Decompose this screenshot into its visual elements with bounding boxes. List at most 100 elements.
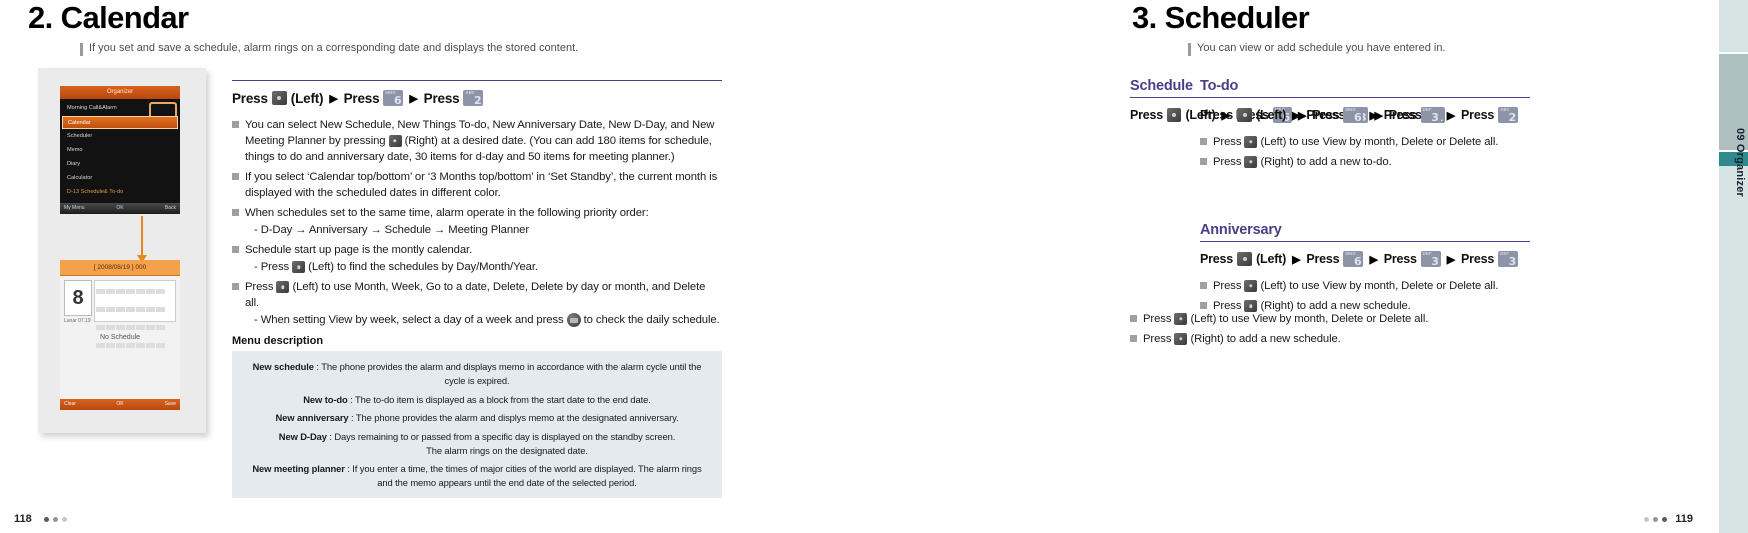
keypad-key-6-icon[interactable]: MNO 6 [1343,107,1364,124]
keypad-key-3-icon[interactable]: DEF 3 [1420,107,1441,123]
softkey-right: Back [164,205,176,211]
desc-text: The to-do item is displayed as a block f… [354,393,651,405]
bullet-item: When schedules set to the same time, ala… [232,205,722,221]
bullet-item: Press (Left) to use Month, Week, Go to a… [232,279,722,311]
page-number-right: 119 [1675,513,1693,525]
page-title-right: 3. Scheduler [1132,2,1310,33]
subline-text-2: to check the daily schedule. [583,314,720,327]
subline-text: - When setting View by week, select a da… [254,314,564,327]
bullet-item: Press (Right) to add a new to-do. [1200,154,1530,170]
keypad-key-2-icon[interactable]: ABC 2 [1498,107,1519,124]
bullet-text-3: (Right) at a desired date. (You can add … [404,135,712,148]
navigation-key-right-icon[interactable] [1244,156,1258,169]
desc-row: New to-do : The to-do item is displayed … [248,393,706,407]
navigation-key-right-icon[interactable] [1174,333,1188,346]
anniversary-bullet-list: Press (Left) to use View by month, Delet… [1200,278,1530,314]
navigation-key-left-icon[interactable] [1244,136,1258,149]
page-title: 2. Calendar [28,2,189,33]
key-digit: 6 [393,94,402,107]
bullet-item: Press (Left) to use View by month, Delet… [1200,278,1530,294]
folio-dots-right [1640,513,1668,525]
keypad-key-3-icon-2[interactable]: DEF 3 [1498,251,1519,269]
key-digit-3: 3 [1508,255,1517,269]
menu-item-2: Scheduler [67,133,93,139]
menu-item-6: D-13 Schedule& To-do [67,189,124,195]
bullet-text-2: (Right) to add a new schedule. [1260,300,1411,313]
lunar-date-label: Lunar 07.19 [64,318,91,324]
path-arrow-icon-3: ▶ [1446,109,1456,122]
anniversary-block: Anniversary Press (Left) ▶ Press MNO 6 ▶… [1200,222,1530,314]
key-digit-2: 2 [474,94,482,107]
desc-text-2: The alarm rings on the designated date. [426,444,588,456]
keypad-key-6-icon[interactable]: MNO 6 [383,90,404,107]
calendar-bullet-list: You can select New Schedule, New Things … [232,117,722,328]
press-label-4: Press [1461,252,1495,267]
flow-arrow-down-icon [137,216,147,263]
navigation-key-icon[interactable] [1167,108,1182,122]
bullet-text-2: (Left) to use View by month, Delete or D… [1260,280,1499,293]
bullet-text-4: things to do and anniversary date, 30 it… [245,151,675,164]
no-schedule-label: No Schedule [99,334,141,341]
bullet-text: Press [1213,136,1242,148]
bullet-subline: - When setting View by week, select a da… [232,312,722,328]
press-label-2: Press [1306,252,1340,267]
ok-key-icon[interactable] [566,313,581,328]
bullet-text: When schedules set to the same time, ala… [245,207,649,220]
screen-softkey-bar: My Menu OK Back [60,203,180,214]
bullet-text-2: (Right) to add a new to-do. [1260,156,1392,169]
path-arrow-icon-2: ▶ [409,92,418,105]
bullet-subline: - D-Day → Anniversary → Schedule → Meeti… [254,224,530,237]
navigation-key-icon[interactable] [1237,252,1253,267]
desc-row: New D-Day : Days remaining to or passed … [248,430,706,457]
menu-item-0: Morning Call&Alarm [67,105,117,111]
press-label-3: Press [1383,108,1417,122]
path-arrow-icon: ▶ [1292,253,1301,266]
path-arrow-icon-2: ▶ [1369,109,1378,122]
press-label-2: Press [343,90,380,106]
date-softkey-left: Clear [64,401,76,407]
bullet-text-2: (Left) to use View by month, Delete or D… [1260,136,1499,148]
bullet-subline: - Press (Left) to find the schedules by … [232,259,722,275]
date-softkey-bar: Clear OK Save [60,399,180,410]
navigation-key-left-icon-2[interactable] [276,281,290,294]
folio-dots [40,513,67,525]
softkey-center: OK [116,205,124,211]
phone-screen-date-detail: [ 2008/08/19 ] 000 8 Lunar 07.19 No Sche… [60,260,180,410]
bullet-text: Press [1213,300,1242,313]
navigation-key-left-icon[interactable] [292,261,306,274]
key-digit: 6 [1353,111,1362,124]
calendar-rule [232,80,722,81]
navigation-key-left-icon[interactable] [1174,313,1188,326]
keypad-key-6-icon[interactable]: MNO 6 [1343,251,1364,268]
bullet-text: Press [1143,333,1172,346]
desc-text-2: cycle is expired. [444,375,510,386]
screen-title-bar: Organizer [60,86,180,99]
bullet-text: Schedule start up page is the montly cal… [245,244,473,257]
bullet-item: Press (Right) to add a new schedule. [1130,331,1445,347]
navigation-key-icon[interactable] [271,91,287,105]
press-label-3: Press [423,90,460,106]
navigation-key-left-icon[interactable] [1244,280,1258,293]
desc-sep: : [348,412,356,424]
desc-row: New anniversary : The phone provides the… [248,411,706,425]
calendar-body-column: Press (Left) ▶ Press MNO 6 ▶ Press ABC 2… [232,80,722,499]
key-digit-3: 2 [1508,111,1517,124]
navigation-key-icon[interactable] [1237,108,1253,122]
left-label-1: (Left) [290,90,324,106]
right-page: 3. Scheduler You can view or add schedul… [874,0,1748,533]
press-label-3: Press [1383,252,1417,267]
desc-sep: : [347,393,355,405]
keypad-key-2-icon[interactable]: ABC 2 [463,90,484,107]
desc-text: If you enter a time, the times of major … [352,463,702,475]
desc-term: New meeting planner [252,463,345,475]
navigation-key-right-icon[interactable] [388,135,402,148]
anniversary-rule [1200,241,1530,243]
press-label-1: Press [232,90,268,106]
menu-item-5: Calculator [67,175,93,181]
todo-rule [1200,97,1530,98]
keypad-key-3-icon[interactable]: DEF 3 [1420,251,1441,268]
desc-term: New D-Day [278,430,327,442]
bullet-text-2: (Left) to use Month, Week, Go to a date,… [245,281,706,310]
bullet-item: Schedule start up page is the montly cal… [232,242,722,258]
navigation-key-right-icon[interactable] [1244,300,1258,313]
